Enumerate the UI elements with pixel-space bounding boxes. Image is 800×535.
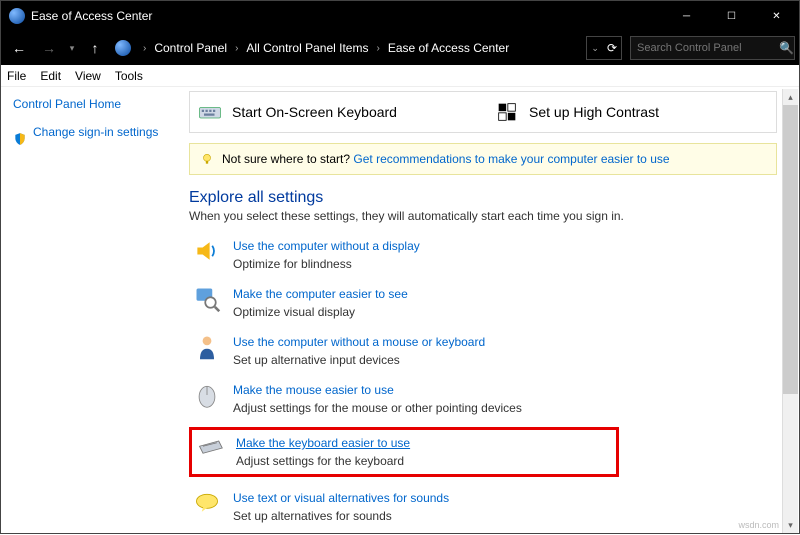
person-icon (193, 333, 221, 361)
maximize-button[interactable]: ☐ (709, 1, 754, 31)
setting-easier-to-see: Make the computer easier to see Optimize … (189, 283, 777, 321)
quick-access-row: Start On-Screen Keyboard Set up High Con… (189, 91, 777, 133)
sidebar-change-signin-link[interactable]: Change sign-in settings (33, 125, 158, 139)
setting-link[interactable]: Make the computer easier to see (233, 287, 408, 301)
location-icon (115, 40, 131, 56)
forward-button[interactable]: → (35, 34, 63, 62)
contrast-icon (495, 102, 519, 122)
recent-dropdown[interactable]: ▾ (65, 34, 79, 62)
info-text: Not sure where to start? Get recommendat… (222, 152, 670, 166)
crumb-control-panel[interactable]: Control Panel (154, 41, 227, 55)
quick-osk[interactable]: Start On-Screen Keyboard (190, 92, 479, 132)
scrollbar-thumb[interactable] (783, 105, 798, 394)
address-suffix: ⌄ ⟳ (586, 36, 622, 60)
search-input[interactable] (637, 42, 779, 54)
menu-view[interactable]: View (75, 69, 101, 83)
crumb-ease-of-access[interactable]: Ease of Access Center (388, 41, 509, 55)
setting-desc: Adjust settings for the keyboard (236, 454, 410, 468)
nav-bar: ← → ▾ ↑ › Control Panel › All Control Pa… (1, 31, 799, 65)
search-box[interactable]: 🔍 (630, 36, 795, 60)
speech-bubble-icon (193, 489, 221, 517)
sidebar: Control Panel Home Change sign-in settin… (1, 87, 181, 535)
up-button[interactable]: ↑ (81, 34, 109, 62)
crumb-all-items[interactable]: All Control Panel Items (246, 41, 368, 55)
setting-desc: Set up alternatives for sounds (233, 509, 449, 523)
minimize-button[interactable]: ─ (664, 1, 709, 31)
keyboard-icon (198, 102, 222, 122)
refresh-button[interactable]: ⟳ (607, 41, 617, 55)
setting-sounds: Use text or visual alternatives for soun… (189, 487, 777, 525)
crumb-sep-icon: › (235, 43, 238, 54)
setting-desc: Set up alternative input devices (233, 353, 485, 367)
setting-link[interactable]: Make the keyboard easier to use (236, 436, 410, 450)
menu-tools[interactable]: Tools (115, 69, 143, 83)
speaker-icon (193, 237, 221, 265)
info-bar: Not sure where to start? Get recommendat… (189, 143, 777, 175)
quick-contrast-label: Set up High Contrast (529, 104, 659, 120)
title-bar: Ease of Access Center ─ ☐ ✕ (1, 1, 799, 31)
app-icon (9, 8, 25, 24)
setting-desc: Adjust settings for the mouse or other p… (233, 401, 522, 415)
search-icon[interactable]: 🔍 (779, 41, 794, 55)
vertical-scrollbar[interactable]: ▴ ▾ (782, 89, 798, 533)
setting-keyboard: Make the keyboard easier to use Adjust se… (189, 427, 619, 477)
keyboard-icon (196, 434, 224, 462)
scroll-down-icon[interactable]: ▾ (783, 517, 798, 533)
crumb-sep-icon: › (376, 43, 379, 54)
back-button[interactable]: ← (5, 34, 33, 62)
scroll-up-icon[interactable]: ▴ (783, 89, 798, 105)
menu-bar: File Edit View Tools (1, 65, 799, 87)
quick-contrast[interactable]: Set up High Contrast (487, 92, 776, 132)
info-recommendations-link[interactable]: Get recommendations to make your compute… (353, 152, 669, 166)
menu-file[interactable]: File (7, 69, 26, 83)
crumb-sep-icon: › (143, 43, 146, 54)
setting-desc: Optimize for blindness (233, 257, 420, 271)
setting-mouse: Make the mouse easier to use Adjust setti… (189, 379, 777, 417)
magnifier-icon (193, 285, 221, 313)
setting-link[interactable]: Use text or visual alternatives for soun… (233, 491, 449, 505)
window-title: Ease of Access Center (31, 9, 664, 23)
close-button[interactable]: ✕ (754, 1, 799, 31)
setting-desc: Optimize visual display (233, 305, 408, 319)
setting-link[interactable]: Make the mouse easier to use (233, 383, 394, 397)
section-title: Explore all settings (189, 189, 777, 207)
quick-osk-label: Start On-Screen Keyboard (232, 104, 397, 120)
section-subtitle: When you select these settings, they wil… (189, 209, 777, 223)
menu-edit[interactable]: Edit (40, 69, 61, 83)
lightbulb-icon (200, 152, 214, 166)
setting-link[interactable]: Use the computer without a mouse or keyb… (233, 335, 485, 349)
setting-no-display: Use the computer without a display Optimi… (189, 235, 777, 273)
history-dropdown-icon[interactable]: ⌄ (591, 43, 599, 54)
setting-link[interactable]: Use the computer without a display (233, 239, 420, 253)
watermark: wsdn.com (738, 520, 779, 530)
setting-no-mouse-kbd: Use the computer without a mouse or keyb… (189, 331, 777, 369)
shield-icon (13, 132, 27, 146)
sidebar-home-link[interactable]: Control Panel Home (13, 97, 169, 111)
main-content: Start On-Screen Keyboard Set up High Con… (181, 87, 799, 535)
mouse-icon (193, 381, 221, 409)
